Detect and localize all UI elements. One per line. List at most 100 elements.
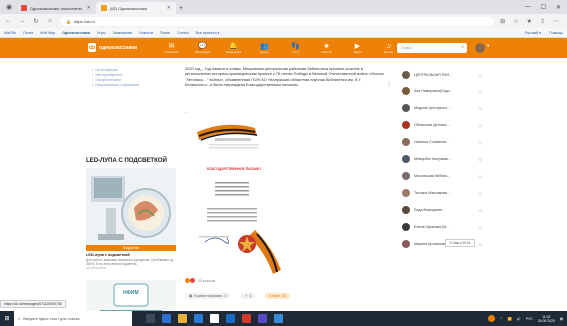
friend-item[interactable]: Марина Архаимова ◎ (394, 238, 490, 250)
call-icon[interactable]: ◎ (479, 89, 483, 94)
nav-guests[interactable]: 👣 Гости (280, 39, 311, 57)
favorites-icon[interactable]: ★ (527, 18, 532, 25)
ok-logo[interactable]: ꝏ одноклассники (88, 43, 137, 52)
ad-title[interactable]: LED-ЛУПА С ПОДСВЕТКОЙ (86, 157, 167, 164)
call-icon[interactable]: ◎ (479, 157, 483, 162)
ok-search-input[interactable]: Поиск ⌕ (397, 43, 467, 53)
friend-item[interactable]: Областная Детская ... ◎ (394, 119, 490, 131)
nav-friends[interactable]: 👥 Друзья (249, 39, 280, 57)
bookmark-item[interactable]: Почта (23, 31, 33, 35)
ad-subtitle[interactable]: LED-лупа с подсветкой (86, 253, 130, 257)
tab-active[interactable]: (52) Одноклассники ✕ (96, 2, 176, 14)
friend-item[interactable]: Татьяна Максимова ... ◎ (394, 187, 490, 199)
friend-item[interactable]: Зоя Нимеровка(Сидо... ◎ (394, 85, 490, 97)
share-button[interactable]: ↗ 1 (240, 293, 256, 299)
maximize-icon[interactable]: ☐ (541, 4, 546, 11)
post-more[interactable]: ... (185, 109, 188, 114)
friend-item[interactable]: Наталья Солманов... ◎ (394, 136, 490, 148)
forward-icon[interactable]: → (18, 18, 26, 24)
nav-label: Сообщения (164, 50, 179, 54)
explorer-icon[interactable] (178, 314, 187, 323)
ad-feedback-link[interactable]: Неприемлемое содержание (92, 83, 176, 88)
friend-item[interactable]: Медынь Центральн... ◎ (394, 102, 490, 114)
volume-icon[interactable]: 🔊 (517, 317, 521, 321)
windows-start-icon[interactable]: ⊞ (0, 311, 14, 326)
url-input[interactable]: 🔒 https://ok.ru (60, 16, 495, 26)
reader-icon[interactable]: ⊞ (500, 18, 505, 25)
app-icon[interactable] (258, 314, 267, 323)
app-icon[interactable] (274, 314, 283, 323)
minimize-icon[interactable]: — (525, 4, 531, 11)
edge-icon[interactable] (162, 314, 171, 323)
task-view-icon[interactable] (146, 314, 155, 323)
tab-inactive[interactable]: Одноклассники: почитатели ✕ (16, 2, 96, 14)
address-bar: ← → ↻ ⌂ 🔒 https://ok.ru ⊞ ☆ ★ ⇪ ⋯ (0, 14, 567, 28)
call-icon[interactable]: ◎ (479, 191, 483, 196)
avatar[interactable] (475, 43, 485, 53)
call-icon[interactable]: ◎ (479, 106, 483, 111)
nav-notifications[interactable]: 🔔 Оповещения (218, 39, 249, 57)
call-icon[interactable]: ◎ (479, 123, 483, 128)
bookmark-item[interactable]: Mail.Ru (4, 31, 16, 35)
bookmark-item[interactable]: Знакомства (113, 31, 133, 35)
refresh-icon[interactable]: ↻ (32, 18, 40, 25)
ad-source[interactable]: ivel.shop.store (86, 266, 176, 270)
friend-item[interactable]: Мосальская библио... ◎ (394, 170, 490, 182)
bookmark-item[interactable]: Новости (139, 31, 153, 35)
taskbar-search-input[interactable]: ⌕ Введите здесь текст для поиска (14, 311, 132, 326)
nav-discussions[interactable]: 💬 Обсуждения (187, 39, 218, 57)
call-icon[interactable]: ◎ (479, 174, 483, 179)
mail-icon[interactable] (226, 314, 235, 323)
reactions-count[interactable]: 35 классов (198, 279, 215, 283)
call-icon[interactable]: ◎ (479, 208, 483, 213)
bookmark-item[interactable]: Поиск (160, 31, 170, 35)
post-image[interactable]: БЛАГОДАРСТВЕННОЕ ПИСЬМО (185, 118, 285, 318)
browser-menu-icon[interactable]: ◉ (4, 2, 14, 12)
more-icon[interactable]: ⋯ (553, 18, 559, 25)
share-count: 1 (249, 294, 252, 298)
nav-messages[interactable]: ✉ Сообщения (156, 39, 187, 57)
help-link[interactable]: Помощь (549, 31, 563, 35)
network-icon[interactable]: 📶 (508, 317, 512, 321)
post-text: 2020 год – Год памяти и славы. Мещовская… (185, 66, 384, 88)
bookmark-item[interactable]: Одноклассники (62, 31, 90, 35)
bookmark-item[interactable]: Игры (97, 31, 105, 35)
call-icon[interactable]: ◎ (479, 73, 483, 78)
friend-item[interactable]: Лида Верещагин... ◎ (394, 204, 490, 216)
word-icon[interactable] (194, 314, 203, 323)
share-icon[interactable]: ⇪ (540, 18, 545, 25)
bookmark-item[interactable]: Combo (177, 31, 189, 35)
opera-icon[interactable] (242, 314, 251, 323)
user-icon[interactable] (487, 315, 495, 322)
tab-favicon-icon (21, 5, 27, 11)
home-icon[interactable]: ⌂ (46, 18, 54, 24)
close-icon[interactable]: ✕ (87, 5, 91, 11)
bookmark-item[interactable]: Все проекты ▾ (196, 31, 220, 35)
tray-chevron-icon[interactable]: ⌃ (500, 317, 503, 321)
friend-item[interactable]: Елена Чуканова (М... ◎ (394, 221, 490, 233)
call-icon[interactable]: ◎ (479, 225, 483, 230)
ad-more-button[interactable]: Подробнее (86, 245, 176, 251)
close-window-icon[interactable]: ✕ (556, 4, 561, 11)
notifications-icon[interactable]: ▤ (560, 317, 563, 321)
language-select[interactable]: Русский ▾ (525, 31, 541, 35)
back-icon[interactable]: ← (4, 18, 12, 24)
search-icon[interactable]: ⌕ (461, 44, 464, 50)
bookmark-item[interactable]: Мой Мир (40, 31, 55, 35)
star-icon[interactable]: ☆ (513, 18, 518, 25)
chevron-down-icon[interactable]: ▾ (487, 43, 490, 49)
ad-image[interactable] (86, 168, 176, 246)
nav-events[interactable]: ★ События (311, 39, 342, 57)
close-icon[interactable]: ✕ (167, 5, 171, 11)
store-icon[interactable] (210, 314, 219, 323)
new-tab-icon[interactable]: + (179, 5, 183, 12)
friend-item[interactable]: Мемирбат Калуживс... ◎ (394, 153, 490, 165)
class-button[interactable]: Класс! 35 (265, 293, 291, 299)
call-icon[interactable]: ◎ (479, 242, 483, 247)
friend-item[interactable]: ЦЕНТРАЛЬНАЯ РАЙ... ◎ (394, 69, 490, 81)
comment-button[interactable]: ▣ Комментировать 2 (185, 293, 231, 299)
language-indicator[interactable]: РУС (526, 317, 533, 321)
clock[interactable]: 11:02 26.05.2020 (538, 315, 555, 323)
nav-video[interactable]: ▶ Видео (342, 39, 373, 57)
call-icon[interactable]: ◎ (479, 140, 483, 145)
